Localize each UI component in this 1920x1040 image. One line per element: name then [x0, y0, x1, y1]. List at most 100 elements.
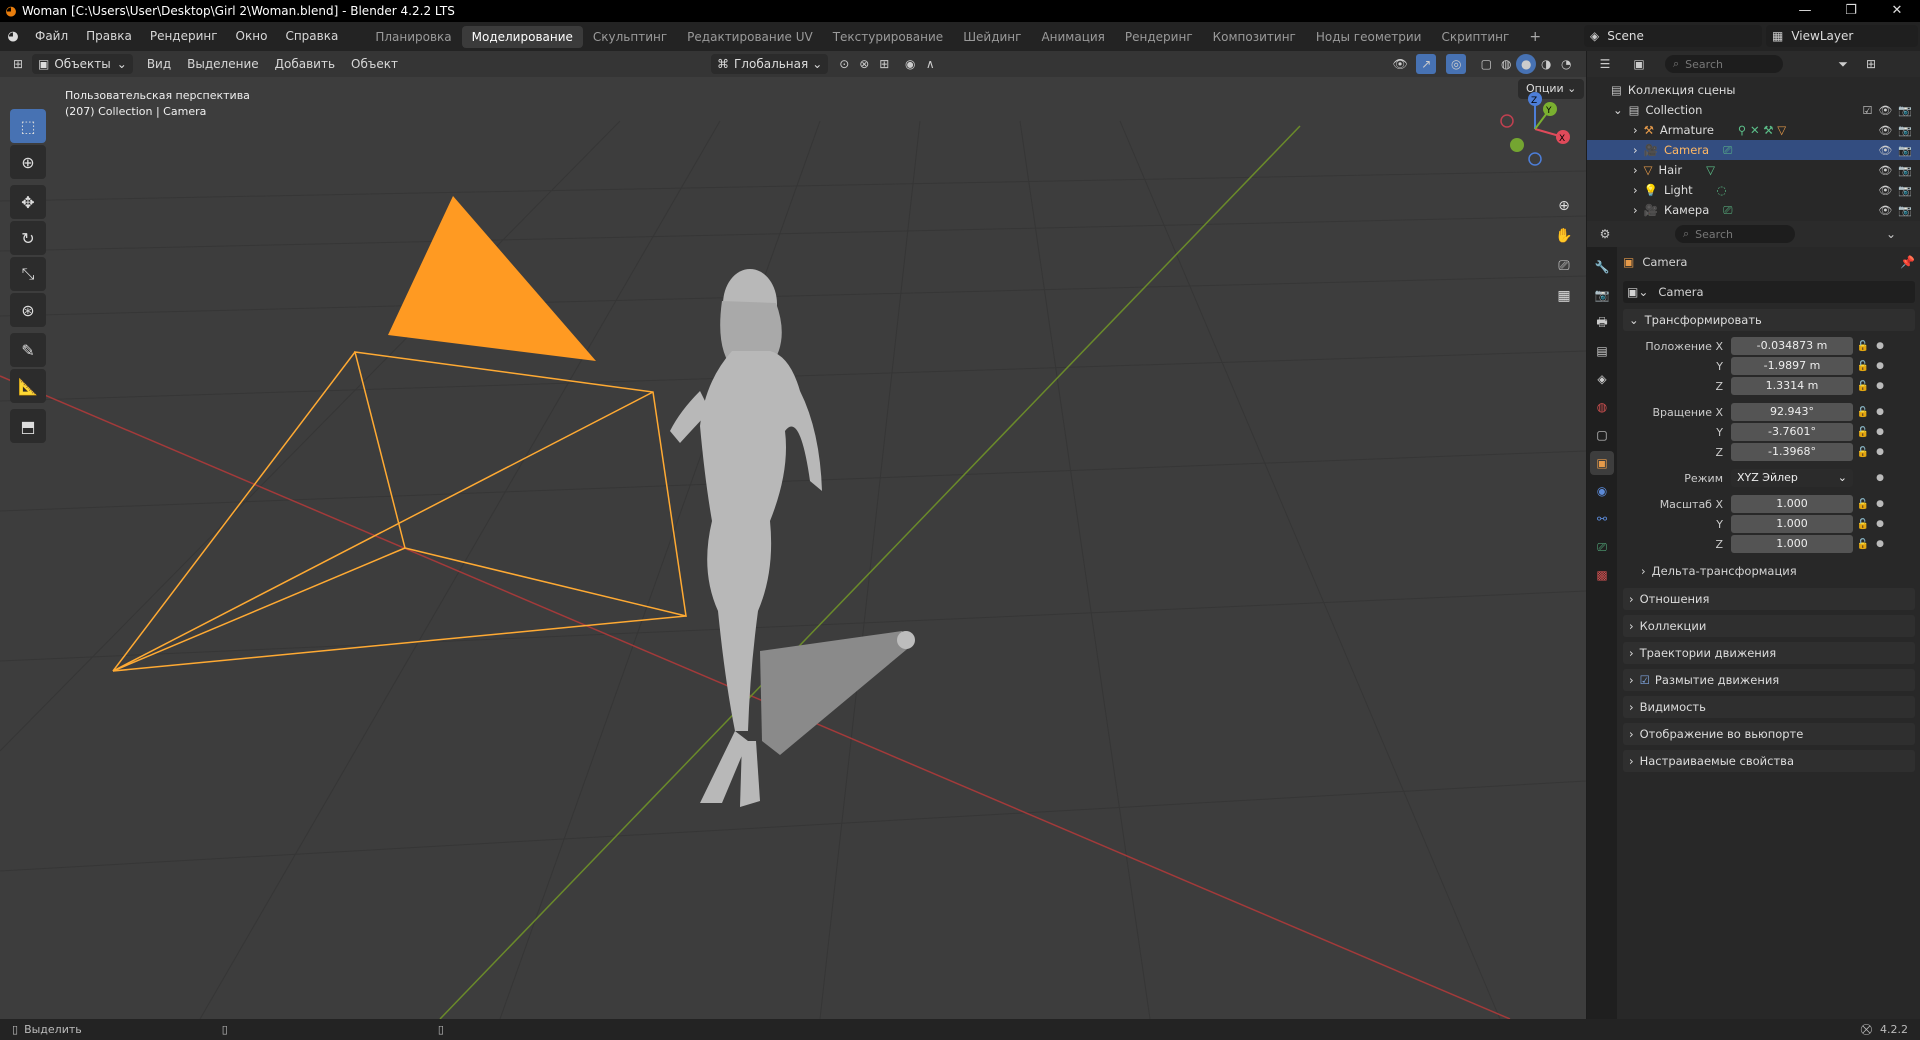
render-tab-icon[interactable]: 📷 [1590, 283, 1614, 307]
3d-viewport[interactable]: ⊞ ▣ Объекты ⌄ Вид Выделение Добавить Объ… [0, 51, 1586, 1019]
viewport-canvas[interactable] [0, 51, 1586, 1019]
outliner-item-light[interactable]: › 💡 Light ◌ 👁 📷 [1587, 180, 1920, 200]
keyframe-dot-icon[interactable]: ● [1873, 381, 1887, 391]
snap-target-icon[interactable]: ⊞ [874, 54, 894, 74]
maximize-button[interactable]: ❐ [1828, 0, 1874, 22]
tab-scripting[interactable]: Скриптинг [1431, 26, 1519, 48]
texture-tab-icon[interactable]: ▩ [1590, 563, 1614, 587]
outliner-item-armature[interactable]: › ⚒ Armature ⚲ ✕ ⚒ ▽ 👁 📷 [1587, 120, 1920, 140]
camera-render-icon[interactable]: 📷 [1898, 104, 1912, 117]
keyframe-dot-icon[interactable]: ● [1873, 447, 1887, 457]
tab-texture-paint[interactable]: Текстурирование [823, 26, 953, 48]
collection-tab-icon[interactable]: ▢ [1590, 423, 1614, 447]
lock-icon[interactable]: 🔓 [1853, 381, 1873, 392]
chevron-right-icon[interactable]: › [1633, 143, 1638, 157]
tab-geometry-nodes[interactable]: Ноды геометрии [1306, 26, 1432, 48]
motion-blur-checkbox[interactable]: ☑ [1640, 673, 1650, 687]
pan-hand-icon[interactable]: ✋ [1551, 223, 1577, 249]
view-layer-selector[interactable]: ▦ ViewLayer [1766, 25, 1918, 47]
overlay-icon[interactable]: ◎ [1446, 54, 1467, 74]
eye-icon[interactable]: 👁 [1878, 204, 1892, 217]
tab-layout[interactable]: Планировка [365, 26, 461, 48]
move-tool[interactable]: ✥ [10, 185, 46, 219]
checkbox-icon[interactable]: ☑ [1862, 104, 1872, 117]
camera-frustum[interactable] [112, 351, 687, 672]
visibility-panel-header[interactable]: › Видимость [1623, 696, 1915, 718]
menu-help[interactable]: Справка [276, 22, 347, 51]
mode-dropdown[interactable]: ▣ Объекты ⌄ [32, 54, 133, 74]
tab-compositing[interactable]: Композитинг [1203, 26, 1306, 48]
viewport-display-panel-header[interactable]: › Отображение во вьюпорте [1623, 723, 1915, 745]
outliner-item-hair[interactable]: › ▽ Hair ▽ 👁 📷 [1587, 160, 1920, 180]
close-button[interactable]: ✕ [1874, 0, 1920, 22]
zoom-icon[interactable]: ⊕ [1551, 193, 1577, 219]
transform-panel-header[interactable]: ⌄ Трансформировать [1623, 309, 1915, 331]
perspective-toggle-icon[interactable]: ▦ [1551, 283, 1577, 309]
select-box-tool[interactable]: ⬚ [10, 109, 46, 143]
motion-paths-panel-header[interactable]: › Траектории движения [1623, 642, 1915, 664]
camera-render-icon[interactable]: 📷 [1898, 144, 1912, 157]
location-x-field[interactable]: -0.034873 m [1731, 337, 1853, 355]
menu-object[interactable]: Объект [343, 51, 406, 77]
collection-row[interactable]: ⌄ ▤ Collection ☑ 👁 📷 [1587, 100, 1920, 120]
world-tab-icon[interactable]: ◍ [1590, 395, 1614, 419]
lock-icon[interactable]: 🔓 [1853, 427, 1873, 438]
menu-file[interactable]: Файл [26, 22, 77, 51]
navigation-gizmo[interactable]: Z X Y [1495, 89, 1575, 169]
lock-icon[interactable]: 🔓 [1853, 341, 1873, 352]
rotate-tool[interactable]: ↻ [10, 221, 46, 255]
tab-uv-editing[interactable]: Редактирование UV [677, 26, 823, 48]
lock-icon[interactable]: 🔓 [1853, 519, 1873, 530]
outliner-item-kamera[interactable]: › 🎥 Камера ⎚ 👁 📷 [1587, 200, 1920, 220]
scale-x-field[interactable]: 1.000 [1731, 495, 1853, 513]
keyframe-dot-icon[interactable]: ● [1873, 361, 1887, 371]
eye-icon[interactable]: 👁 [1878, 144, 1892, 157]
keyframe-dot-icon[interactable]: ● [1873, 341, 1887, 351]
menu-render[interactable]: Рендеринг [141, 22, 227, 51]
lock-icon[interactable]: 🔓 [1853, 407, 1873, 418]
outliner-editor-icon[interactable]: ☰ [1595, 54, 1615, 74]
solid-shading-icon[interactable]: ● [1516, 54, 1537, 74]
keyframe-dot-icon[interactable]: ● [1873, 407, 1887, 417]
camera-render-icon[interactable]: 📷 [1898, 164, 1912, 177]
scene-selector[interactable]: ◈ Scene [1584, 25, 1762, 47]
eye-icon[interactable]: 👁 [1878, 164, 1892, 177]
output-tab-icon[interactable]: 🖶 [1590, 311, 1614, 335]
chevron-right-icon[interactable]: › [1633, 203, 1638, 217]
blender-menu-icon[interactable]: ◕ [0, 22, 26, 51]
snap-icon[interactable]: ⊗ [854, 54, 874, 74]
xray-icon[interactable]: ▢ [1476, 54, 1496, 74]
keyframe-dot-icon[interactable]: ● [1873, 539, 1887, 549]
pin-icon[interactable]: 📌 [1900, 255, 1915, 269]
physics-tab-icon[interactable]: ◉ [1590, 479, 1614, 503]
menu-view[interactable]: Вид [139, 51, 179, 77]
chevron-right-icon[interactable]: › [1633, 183, 1638, 197]
new-collection-icon[interactable]: ⊞ [1861, 54, 1881, 74]
chevron-right-icon[interactable]: › [1633, 163, 1638, 177]
keyframe-dot-icon[interactable]: ● [1873, 473, 1887, 483]
menu-edit[interactable]: Правка [77, 22, 141, 51]
rotation-x-field[interactable]: 92.943° [1731, 403, 1853, 421]
object-tab-icon[interactable]: ▣ [1590, 451, 1614, 475]
tab-sculpting[interactable]: Скульптинг [583, 26, 677, 48]
properties-search-input[interactable]: ⌕ Search [1675, 225, 1795, 243]
eye-icon[interactable]: 👁 [1878, 184, 1892, 197]
properties-editor-icon[interactable]: ⚙ [1595, 224, 1615, 244]
tab-rendering[interactable]: Рендеринг [1115, 26, 1203, 48]
keyframe-dot-icon[interactable]: ● [1873, 427, 1887, 437]
camera-render-icon[interactable]: 📷 [1898, 204, 1912, 217]
lock-icon[interactable]: 🔓 [1853, 539, 1873, 550]
display-mode-icon[interactable]: ▣ [1629, 54, 1649, 74]
custom-properties-panel-header[interactable]: › Настраиваемые свойства [1623, 750, 1915, 772]
object-data-tab-icon[interactable]: ⎚ [1590, 535, 1614, 559]
transform-tool[interactable]: ⊛ [10, 293, 46, 327]
minimize-button[interactable]: — [1782, 0, 1828, 22]
add-workspace-button[interactable]: + [1519, 26, 1551, 48]
tab-modeling[interactable]: Моделирование [461, 25, 583, 48]
keyframe-dot-icon[interactable]: ● [1873, 499, 1887, 509]
gizmo-icon[interactable]: ↗ [1416, 54, 1437, 74]
menu-select[interactable]: Выделение [179, 51, 266, 77]
menu-add[interactable]: Добавить [267, 51, 343, 77]
outliner-search-input[interactable]: ⌕ Search [1665, 55, 1783, 73]
add-cube-tool[interactable]: ⬒ [10, 409, 46, 443]
